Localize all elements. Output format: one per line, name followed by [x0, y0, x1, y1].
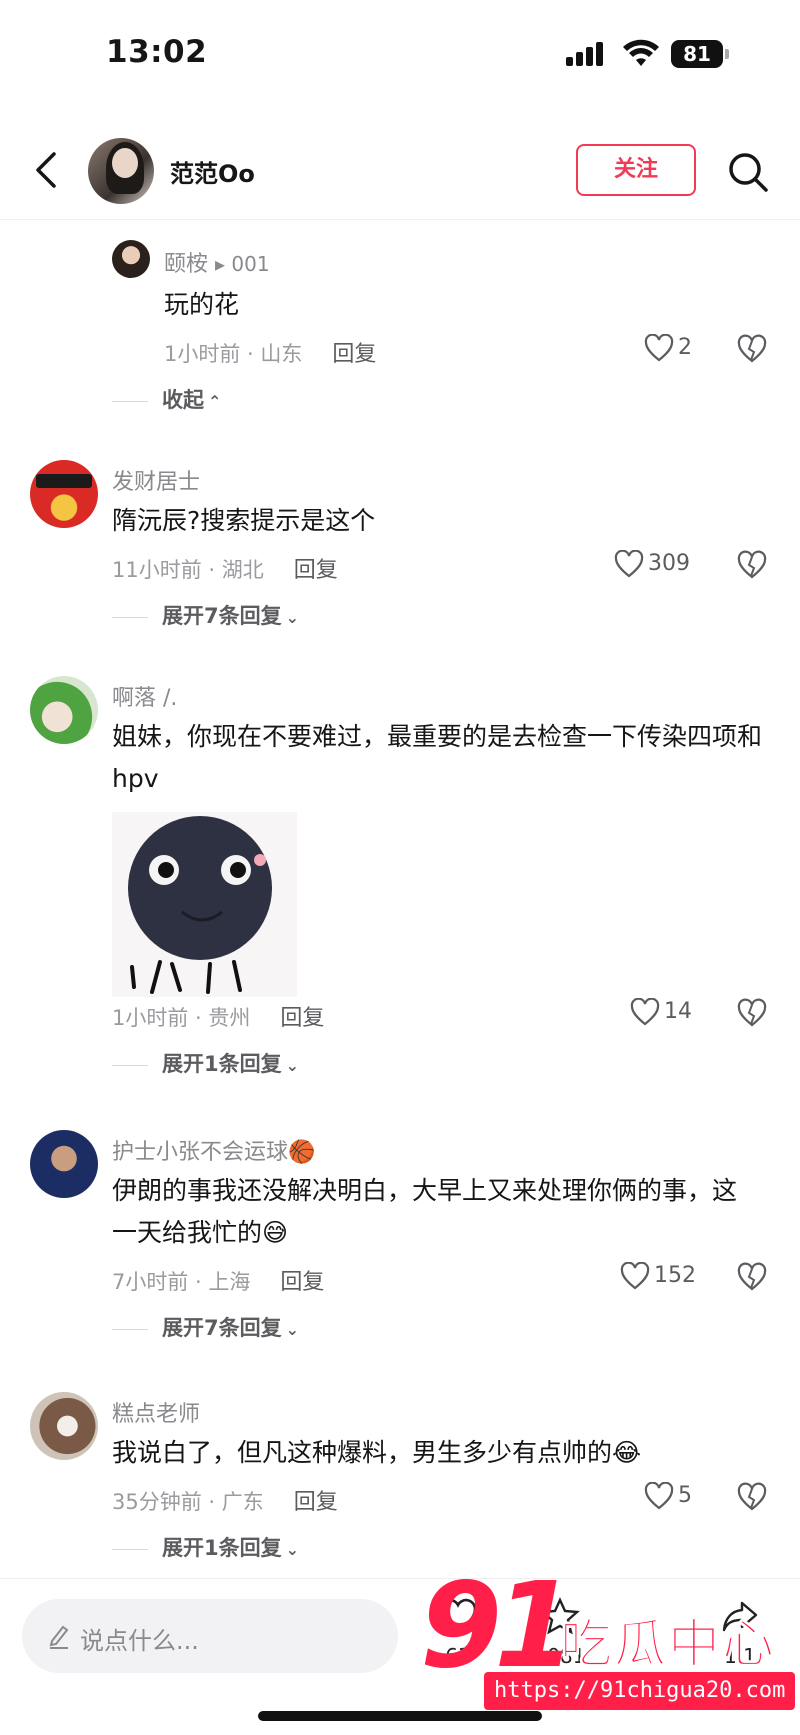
battery-level: 81: [671, 40, 723, 68]
heart-icon: [439, 1598, 477, 1634]
status-bar: 13:02 81: [0, 0, 800, 100]
favorite-count: 1081: [534, 1644, 586, 1668]
avatar[interactable]: [30, 460, 98, 528]
collapse-replies-button[interactable]: 收起 ⌃: [112, 384, 221, 414]
reply-button[interactable]: 回复: [294, 558, 338, 583]
favorite-action[interactable]: 1081: [520, 1597, 600, 1668]
author-name[interactable]: 范范Oo: [170, 154, 255, 189]
reply-arrow-icon: ▸: [215, 252, 232, 276]
like-button[interactable]: 152: [620, 1261, 696, 1290]
comment-meta: 7小时前 · 上海 回复: [112, 1270, 325, 1295]
heart-icon: [644, 333, 674, 362]
comment-text: 姐妹，你现在不要难过，最重要的是去检查一下传染四项和 hpv: [112, 722, 763, 793]
dislike-icon[interactable]: [737, 998, 767, 1028]
comment-meta: 11小时前 · 湖北 回复: [112, 558, 338, 583]
reply-button[interactable]: 回复: [294, 1490, 338, 1515]
battery-icon: 81: [671, 40, 729, 68]
share-count: 1.1: [724, 1644, 756, 1668]
share-icon: [722, 1601, 758, 1632]
back-button[interactable]: [32, 150, 62, 190]
status-time: 13:02: [106, 34, 208, 70]
heart-icon: [620, 1261, 650, 1290]
chevron-down-icon: ⌄: [285, 1320, 300, 1339]
author-avatar[interactable]: [88, 138, 154, 204]
wifi-icon: [623, 39, 659, 66]
chevron-down-icon: ⌄: [285, 1056, 300, 1075]
like-button[interactable]: 14: [630, 997, 692, 1026]
bottom-bar: 说点什么... 63 1081 1.1: [0, 1578, 800, 1735]
heart-icon: [614, 549, 644, 578]
avatar[interactable]: [30, 1392, 98, 1460]
comment-meta: 35分钟前 · 广东 回复: [112, 1490, 338, 1515]
like-count: 63: [445, 1644, 471, 1668]
comment-meta: 1小时前 · 山东 回复: [164, 342, 377, 367]
comment-text: 伊朗的事我还没解决明白，大早上又来处理你俩的事，这一天给我忙的😅: [112, 1176, 738, 1247]
like-button[interactable]: 2: [644, 333, 692, 362]
avatar[interactable]: [30, 1130, 98, 1198]
star-icon: [540, 1597, 580, 1635]
dislike-icon[interactable]: [737, 550, 767, 580]
home-indicator: [258, 1711, 542, 1721]
reply-button[interactable]: 回复: [332, 342, 376, 367]
search-icon[interactable]: [726, 150, 770, 194]
avatar[interactable]: [30, 676, 98, 744]
username[interactable]: 啊落 /.: [112, 680, 177, 712]
dislike-icon[interactable]: [737, 1262, 767, 1292]
reply-button[interactable]: 回复: [280, 1006, 324, 1031]
comment-text: 玩的花: [164, 290, 240, 319]
username[interactable]: 糕点老师: [112, 1396, 200, 1428]
pencil-icon: [49, 1625, 69, 1649]
cellular-signal-icon: [566, 40, 610, 66]
chevron-up-icon: ⌃: [208, 392, 222, 411]
avatar[interactable]: [112, 240, 150, 278]
heart-icon: [630, 997, 660, 1026]
chevron-down-icon: ⌄: [285, 1540, 300, 1559]
username[interactable]: 发财居士: [112, 464, 200, 496]
reply-button[interactable]: 回复: [280, 1270, 324, 1295]
share-action[interactable]: 1.1: [700, 1597, 780, 1668]
follow-button[interactable]: 关注: [576, 144, 696, 196]
username[interactable]: 护士小张不会运球🏀: [112, 1134, 315, 1166]
comment-header: 范范Oo 关注: [0, 120, 800, 220]
like-action[interactable]: 63: [418, 1597, 498, 1668]
heart-icon: [644, 1481, 674, 1510]
dislike-icon[interactable]: [737, 1482, 767, 1512]
moon-face-sticker[interactable]: [112, 812, 297, 997]
dislike-icon[interactable]: [737, 334, 767, 364]
chevron-down-icon: ⌄: [285, 608, 300, 627]
comment-meta: 1小时前 · 贵州 回复: [112, 1006, 325, 1031]
expand-replies-button[interactable]: 展开7条回复 ⌄: [112, 600, 299, 630]
expand-replies-button[interactable]: 展开1条回复 ⌄: [112, 1532, 299, 1562]
comment-text: 我说白了，但凡这种爆料，男生多少有点帅的😂: [112, 1438, 642, 1467]
comment-placeholder: 说点什么...: [80, 1627, 199, 1655]
comment-text: 隋沅辰?搜索提示是这个: [112, 506, 376, 535]
expand-replies-button[interactable]: 展开1条回复 ⌄: [112, 1048, 299, 1078]
comment-input[interactable]: 说点什么...: [22, 1599, 398, 1673]
expand-replies-button[interactable]: 展开7条回复 ⌄: [112, 1312, 299, 1342]
username[interactable]: 颐桉 ▸ 001: [164, 246, 270, 278]
like-button[interactable]: 309: [614, 549, 690, 578]
like-button[interactable]: 5: [644, 1481, 692, 1510]
